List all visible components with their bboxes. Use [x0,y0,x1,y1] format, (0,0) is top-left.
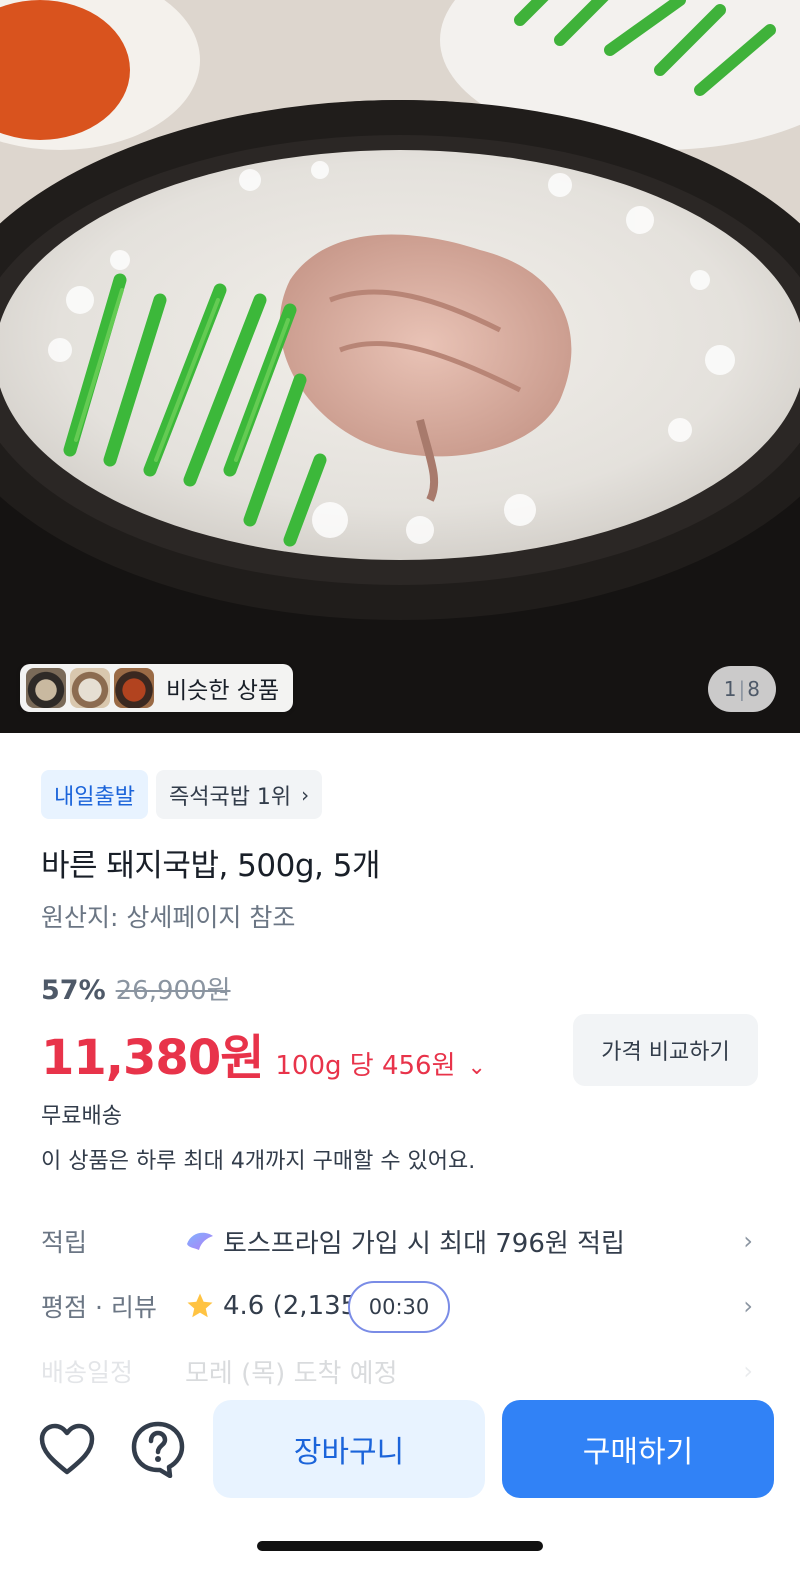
points-row[interactable]: 적립 토스프라임 가입 시 최대 796원 적립 › [41,1216,761,1266]
price-row: 11,380원 100g 당 456원 ⌄ [41,1018,486,1088]
buy-now-button[interactable]: 구매하기 [502,1400,774,1498]
chevron-right-icon: › [301,782,310,807]
delivery-value: 모레 (목) 도착 예정 [185,1358,398,1389]
chevron-right-icon: › [743,1227,753,1255]
product-title: 바른 돼지국밥, 500g, 5개 [41,848,380,884]
delivery-tag-label: 내일출발 [54,784,135,810]
heart-icon[interactable] [38,1422,96,1476]
image-page-indicator: 1 | 8 [707,666,776,712]
product-photo [0,0,800,733]
rating-value: 4.6 (2,135 [223,1291,358,1321]
similar-products-button[interactable]: 비슷한 상품 [20,664,294,712]
chevron-down-icon[interactable]: ⌄ [468,1055,486,1080]
rating-label: 평점 · 리뷰 [41,1293,157,1322]
rating-row[interactable]: 평점 · 리뷰 4.6 (2,135 00:30 › [41,1281,761,1333]
points-value: 토스프라임 가입 시 최대 796원 적립 [223,1228,625,1259]
original-price: 26,900원 [115,976,231,1006]
similar-products-label: 비슷한 상품 [166,678,280,704]
points-label: 적립 [41,1228,88,1257]
product-origin: 원산지: 상세페이지 참조 [41,903,296,932]
purchase-limit-notice: 이 상품은 하루 최대 4개까지 구매할 수 있어요. [41,1149,476,1174]
chevron-right-icon: › [743,1357,753,1385]
product-tags: 내일출발 즉석국밥 1위 › [41,770,323,819]
recording-timer: 00:30 [348,1281,450,1333]
similar-product-thumbnail [26,668,66,708]
delivery-label: 배송일정 [41,1358,134,1387]
similar-product-thumbnail [70,668,110,708]
page-current: 1 [723,677,737,701]
star-icon [187,1293,213,1318]
sale-price: 11,380원 [41,1030,264,1086]
rating-value-wrap: 4.6 (2,135 [185,1291,761,1321]
product-image-gallery[interactable]: 비슷한 상품 1 | 8 [0,0,800,733]
delivery-tag: 내일출발 [41,770,148,819]
unit-price[interactable]: 100g 당 456원 [275,1045,455,1082]
points-value-wrap: 토스프라임 가입 시 최대 796원 적립 [185,1223,761,1260]
page-separator: | [738,677,746,701]
shipping-info: 무료배송 [41,1104,122,1129]
add-to-cart-button[interactable]: 장바구니 [213,1400,485,1498]
ranking-tag-label: 즉석국밥 1위 [168,784,292,810]
discount-row: 57% 26,900원 [41,970,231,1007]
ranking-tag[interactable]: 즉석국밥 1위 › [155,770,323,819]
chevron-right-icon: › [743,1292,753,1320]
home-indicator[interactable] [257,1541,543,1551]
price-compare-button[interactable]: 가격 비교하기 [573,1014,758,1086]
page-total: 8 [747,677,760,701]
toss-prime-icon [187,1232,213,1250]
question-icon[interactable] [130,1420,186,1478]
discount-rate: 57% [41,975,106,1006]
similar-product-thumbnail [114,668,154,708]
